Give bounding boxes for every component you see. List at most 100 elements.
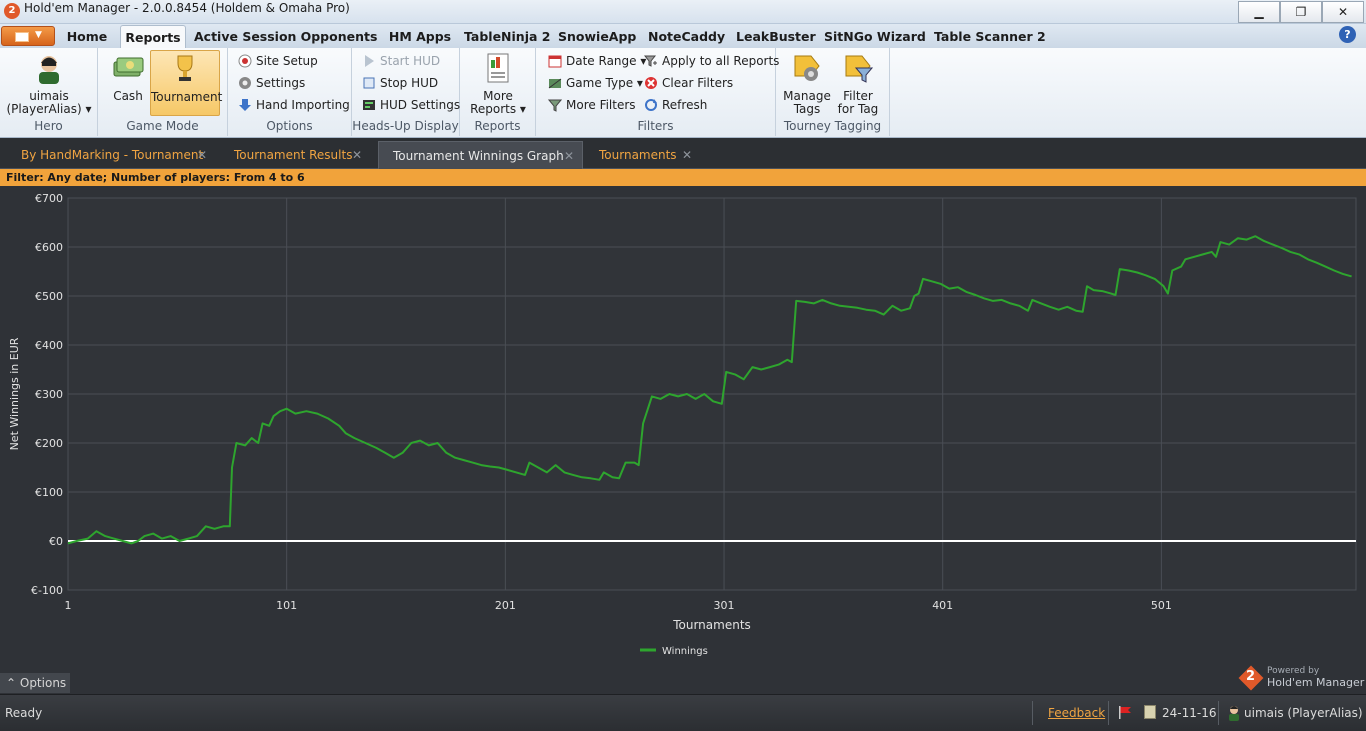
legend-label: Winnings [662, 646, 708, 657]
doc-tab-label: Tournament Results [234, 148, 353, 162]
group-hero: uimais (PlayerAlias) ▾ Hero [0, 48, 98, 136]
hud-settings-label: HUD Settings [380, 98, 461, 112]
more-reports-label-2: Reports ▾ [470, 102, 526, 116]
tournament-label: Tournament [151, 90, 223, 104]
gear-icon [239, 77, 251, 89]
doc-tab-tournaments[interactable]: Tournaments ✕ [585, 141, 700, 169]
filter-for-tag-button[interactable]: Filter for Tag [834, 50, 882, 116]
hud-settings-icon [363, 100, 375, 110]
restore-button[interactable]: ❐ [1280, 1, 1322, 23]
flag-icon[interactable] [1118, 706, 1132, 719]
x-tick-label: 1 [65, 599, 72, 612]
manage-tags-button[interactable]: Manage Tags [782, 50, 832, 116]
date-range-button[interactable]: Date Range ▾ [546, 51, 646, 71]
doc-tab-winnings-graph[interactable]: Tournament Winnings Graph ✕ [378, 141, 583, 169]
hero-selector-button[interactable]: uimais (PlayerAlias) ▾ [6, 50, 92, 116]
application-menu-button[interactable]: ▼ [1, 26, 55, 46]
doc-tab-tournament-results[interactable]: Tournament Results ✕ [220, 141, 370, 169]
doc-tab-label: Tournament Winnings Graph [393, 149, 564, 163]
tab-hm-apps[interactable]: HM Apps [388, 25, 452, 48]
apply-all-reports-button[interactable]: Apply to all Reports [642, 51, 779, 71]
title-bar: 2 Hold'em Manager - 2.0.0.8454 (Holdem &… [0, 0, 1366, 24]
ribbon: uimais (PlayerAlias) ▾ Hero Cash Tournam… [0, 48, 1366, 138]
game-type-button[interactable]: Game Type ▾ [546, 73, 643, 93]
status-separator [1218, 701, 1219, 725]
filter-summary-bar[interactable]: Filter: Any date; Number of players: Fro… [0, 169, 1366, 186]
tab-notecaddy[interactable]: NoteCaddy [648, 25, 725, 48]
game-type-label: Game Type ▾ [566, 76, 643, 90]
clear-filters-button[interactable]: Clear Filters [642, 73, 733, 93]
close-tab-icon[interactable]: ✕ [682, 141, 692, 169]
help-icon[interactable]: ? [1339, 26, 1356, 43]
apply-all-reports-label: Apply to all Reports [662, 54, 780, 68]
clear-x-icon [645, 77, 657, 89]
close-tab-icon[interactable]: ✕ [564, 142, 574, 170]
manage-tags-icon [794, 55, 820, 81]
group-label-game-mode: Game Mode [126, 119, 199, 133]
status-date: 24-11-16 [1162, 706, 1217, 720]
tab-active-session[interactable]: Active Session [194, 25, 296, 48]
stop-icon [363, 77, 375, 89]
document-tab-strip: By HandMarking - Tournament ✕ Tournament… [0, 139, 1366, 169]
doc-tab-label: Tournaments [599, 148, 677, 162]
play-icon [365, 55, 374, 67]
tab-sitngo-wizard[interactable]: SitNGo Wizard [824, 25, 926, 48]
x-tick-label: 201 [495, 599, 516, 612]
stop-hud-button[interactable]: Stop HUD [360, 73, 438, 93]
doc-tab-handmarking[interactable]: By HandMarking - Tournament ✕ [7, 141, 215, 169]
group-label-hud: Heads-Up Display [352, 119, 459, 133]
status-separator [1032, 701, 1033, 725]
y-tick-label: €0 [49, 535, 63, 548]
trophy-icon [177, 55, 193, 81]
group-label-options: Options [266, 119, 313, 133]
tab-reports[interactable]: Reports [120, 25, 186, 48]
refresh-button[interactable]: Refresh [642, 95, 707, 115]
group-label-reports: Reports [474, 119, 521, 133]
tab-leakbuster[interactable]: LeakBuster [736, 25, 816, 48]
settings-button[interactable]: Settings [236, 73, 305, 93]
x-tick-label: 501 [1151, 599, 1172, 612]
winnings-chart-area: €-100 €0 €100 €200 €300 €400 €500 €600 €700 1 101 2… [0, 186, 1366, 672]
more-filters-label: More Filters [566, 98, 636, 112]
app-menu-icon [15, 32, 29, 42]
app-logo-icon[interactable]: 2 [4, 3, 20, 19]
filter-icon [548, 99, 562, 112]
y-tick-label: €700 [35, 192, 63, 205]
status-user: uimais (PlayerAlias) [1244, 706, 1363, 720]
hud-settings-button[interactable]: HUD Settings [360, 95, 460, 115]
start-hud-label: Start HUD [380, 54, 441, 68]
x-tick-label: 101 [276, 599, 297, 612]
user-avatar-icon[interactable] [1226, 703, 1242, 721]
close-tab-icon[interactable]: ✕ [352, 141, 362, 169]
tab-home[interactable]: Home [62, 25, 112, 48]
status-bar: Ready Feedback 24-11-16 uimais (PlayerAl… [0, 694, 1366, 731]
powered-by-logo: 2 Powered by Hold'em Manager [1238, 664, 1366, 694]
x-tick-label: 401 [932, 599, 953, 612]
filter-for-tag-label-2: for Tag [837, 102, 879, 116]
feedback-link[interactable]: Feedback [1048, 695, 1105, 731]
group-label-tourney-tagging: Tourney Tagging [783, 119, 882, 133]
y-axis-label: Net Winnings in EUR [8, 337, 21, 450]
hand-importing-button[interactable]: Hand Importing [236, 95, 350, 115]
close-button[interactable]: ✕ [1322, 1, 1364, 23]
x-tick-label: 301 [714, 599, 735, 612]
minimize-button[interactable]: ▁ [1238, 1, 1280, 23]
doc-tab-label: By HandMarking - Tournament [21, 148, 204, 162]
start-hud-button[interactable]: Start HUD [360, 51, 440, 71]
cash-label: Cash [113, 89, 143, 103]
site-setup-button[interactable]: Site Setup [236, 51, 318, 71]
tournament-button[interactable]: Tournament [150, 50, 223, 116]
more-filters-button[interactable]: More Filters [546, 95, 636, 115]
tab-table-scanner[interactable]: Table Scanner 2 [934, 25, 1046, 48]
more-reports-button[interactable]: More Reports ▾ [468, 50, 528, 116]
tab-opponents[interactable]: Opponents [300, 25, 378, 48]
winnings-chart: €-100 €0 €100 €200 €300 €400 €500 €600 €700 1 101 2… [8, 192, 1357, 657]
tab-snowieapp[interactable]: SnowieApp [558, 25, 636, 48]
cash-button[interactable]: Cash [106, 50, 150, 103]
group-options: Site Setup Settings Hand Importing Optio… [228, 48, 352, 136]
hand-importing-label: Hand Importing [256, 98, 350, 112]
y-tick-label: €-100 [31, 584, 63, 597]
close-tab-icon[interactable]: ✕ [197, 141, 207, 169]
options-button[interactable]: ⌃ Options [0, 673, 70, 693]
tab-tableninja[interactable]: TableNinja 2 [464, 25, 550, 48]
